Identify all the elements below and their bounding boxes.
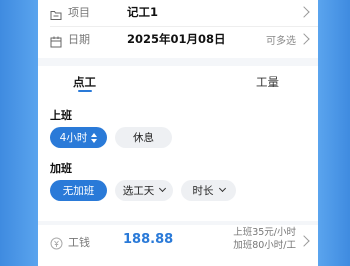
rest-button-label: 休息: [133, 132, 154, 144]
tab-work-quantity[interactable]: 工量: [256, 74, 279, 90]
tab-point-work[interactable]: 点工: [73, 74, 96, 90]
wage-value: 188.88: [123, 232, 174, 247]
entry-tabs: 点工 工量: [38, 66, 318, 96]
project-label: 项目: [68, 6, 90, 19]
chevron-down-icon: [218, 184, 226, 193]
regular-hours-stepper[interactable]: 4小时: [50, 127, 107, 148]
no-overtime-button[interactable]: 无加班: [50, 180, 107, 201]
frame-edge-left: [0, 0, 38, 266]
regular-rate-text: 上班35元/小时: [233, 227, 296, 238]
duration-dropdown[interactable]: 时长: [181, 180, 236, 201]
wage-row[interactable]: 工钱 188.88 上班35元/小时 加班80小时/工: [38, 225, 318, 266]
date-label: 日期: [68, 33, 90, 46]
frame-edge-right: [318, 0, 350, 266]
stepper-arrows-icon: [91, 132, 98, 143]
project-row[interactable]: 项目 记工1: [38, 0, 318, 26]
rest-button[interactable]: 休息: [115, 127, 172, 148]
app-screen: 项目 记工1 日期 2025年01月08日 可多选 点工 工量 上班 4小时 休…: [38, 0, 318, 266]
calendar-icon: [50, 33, 62, 48]
date-value: 2025年01月08日: [127, 32, 226, 46]
regular-shift-label: 上班: [50, 109, 72, 122]
wage-rate-description: 上班35元/小时 加班80小时/工: [233, 226, 296, 252]
active-tab-indicator: [78, 90, 92, 92]
chevron-right-icon: [298, 235, 310, 247]
overtime-rate-text: 加班80小时/工: [233, 240, 296, 251]
no-overtime-label: 无加班: [62, 185, 95, 197]
work-entry-card: 点工 工量 上班 4小时 休息 加班 无加班 选工天 时长: [38, 66, 318, 221]
chevron-down-icon: [159, 184, 167, 193]
coin-icon: [50, 235, 63, 250]
wage-label: 工钱: [68, 236, 90, 249]
regular-hours-value: 4小时: [59, 132, 88, 144]
select-workday-dropdown[interactable]: 选工天: [115, 180, 173, 201]
folder-icon: [50, 6, 62, 20]
chevron-right-icon: [298, 33, 310, 45]
project-value: 记工1: [127, 5, 159, 19]
date-row[interactable]: 日期 2025年01月08日 可多选: [38, 25, 318, 53]
multi-select-hint: 可多选: [266, 35, 296, 47]
duration-label: 时长: [192, 185, 214, 197]
select-workday-label: 选工天: [122, 185, 155, 197]
overtime-label: 加班: [50, 162, 72, 175]
record-info-card: 项目 记工1 日期 2025年01月08日 可多选: [38, 0, 318, 58]
chevron-right-icon: [298, 6, 310, 18]
